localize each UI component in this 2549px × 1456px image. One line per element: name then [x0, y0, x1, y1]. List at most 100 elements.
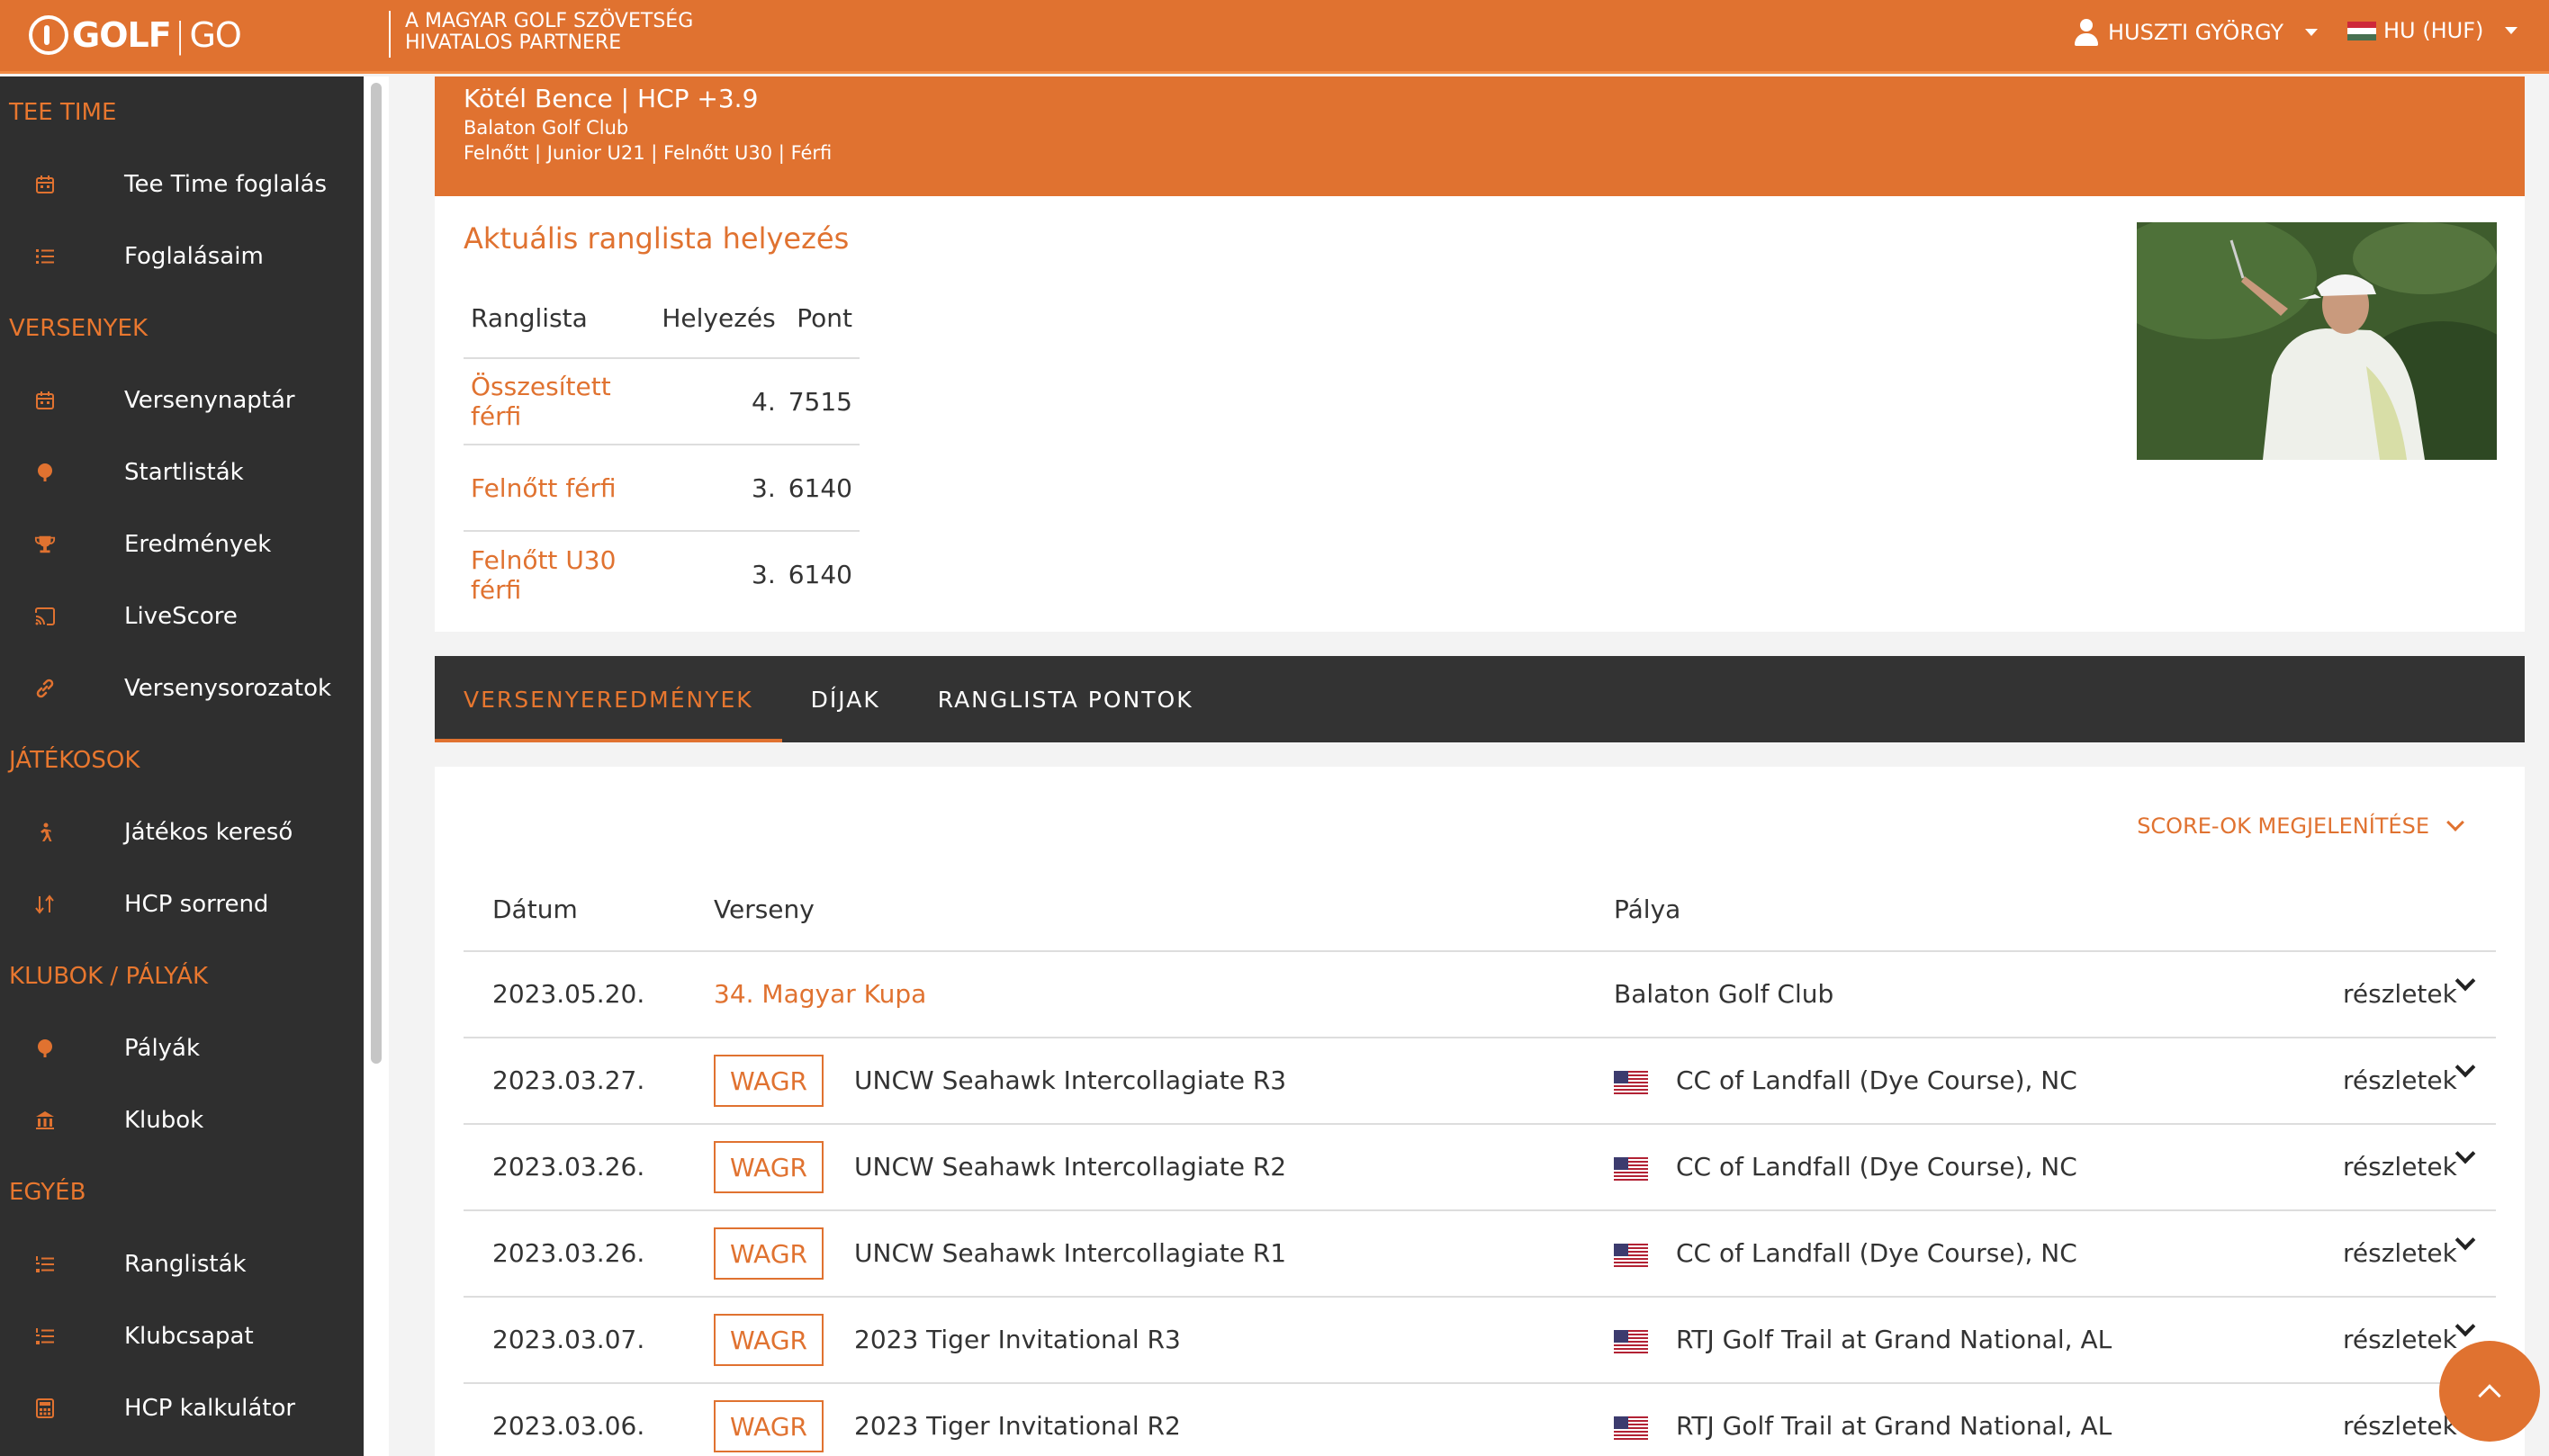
hungary-flag-icon	[2347, 21, 2376, 40]
sidebar-scrollbar-thumb[interactable]	[371, 83, 382, 1064]
usa-flag-icon	[1614, 1157, 1648, 1181]
competition-link[interactable]: 34. Magyar Kupa	[714, 979, 926, 1009]
trophy-icon	[34, 534, 56, 555]
sidebar-item-hcp-calculator[interactable]: HCP kalkulátor	[0, 1372, 364, 1444]
sidebar-item-courses[interactable]: Pályák	[0, 1012, 364, 1084]
table-row: 2023.03.07. WAGR 2023 Tiger Invitational…	[464, 1298, 2496, 1384]
result-date: 2023.03.27.	[492, 1065, 645, 1095]
tab-competition-results[interactable]: VERSENYEREDMÉNYEK	[435, 656, 782, 742]
language-label: HU (HUF)	[2383, 18, 2484, 43]
chevron-down-icon[interactable]	[2454, 970, 2476, 992]
user-icon	[2072, 18, 2101, 47]
sidebar-item-label: Klubcsapat	[124, 1323, 254, 1350]
calendar-icon	[34, 174, 56, 195]
sidebar-item-hcp-order[interactable]: HCP sorrend	[0, 868, 364, 940]
column-header-ranking: Ranglista	[464, 279, 662, 359]
details-link[interactable]: részletek	[2343, 1411, 2457, 1441]
caret-down-icon	[2305, 29, 2319, 36]
ranking-points: 6140	[788, 445, 860, 532]
sidebar-section-clubs: KLUBOK / PÁLYÁK	[9, 963, 208, 990]
wagr-badge: WAGR	[714, 1227, 824, 1280]
competition-name: UNCW Seahawk Intercollagiate R2	[854, 1152, 1287, 1182]
sidebar-item-results[interactable]: Eredmények	[0, 508, 364, 580]
show-scores-toggle[interactable]: SCORE-OK MEGJELENÍTÉSE	[2137, 813, 2464, 839]
player-categories: Felnőtt | Junior U21 | Felnőtt U30 | Fér…	[464, 142, 833, 164]
ranking-position: 4.	[662, 358, 788, 445]
details-link[interactable]: részletek	[2343, 1152, 2457, 1182]
show-scores-label: SCORE-OK MEGJELENÍTÉSE	[2137, 813, 2429, 839]
chevron-down-icon[interactable]	[2454, 1229, 2476, 1251]
sidebar-item-my-bookings[interactable]: Foglalásaim	[0, 220, 364, 292]
details-link[interactable]: részletek	[2343, 1065, 2457, 1095]
details-link[interactable]: részletek	[2343, 1325, 2457, 1354]
user-menu[interactable]: HUSZTI GYÖRGY	[2072, 18, 2319, 47]
sidebar-item-label: Ranglisták	[124, 1251, 247, 1278]
logo-separator: |	[174, 15, 186, 55]
result-date: 2023.03.07.	[492, 1325, 645, 1354]
sidebar-item-startlists[interactable]: Startlisták	[0, 436, 364, 508]
logo-text-golf: GOLF	[72, 15, 172, 55]
table-row: 2023.03.27. WAGR UNCW Seahawk Intercolla…	[464, 1038, 2496, 1125]
course-name: RTJ Golf Trail at Grand National, AL	[1676, 1325, 2112, 1354]
golf-logo-icon	[29, 15, 68, 55]
player-banner: Kötél Bence | HCP +3.9 Balaton Golf Club…	[435, 76, 2525, 196]
partner-text: A MAGYAR GOLF SZÖVETSÉG HIVATALOS PARTNE…	[389, 11, 693, 58]
results-card: SCORE-OK MEGJELENÍTÉSE Dátum Verseny Pál…	[435, 767, 2525, 1456]
sidebar-item-label: Foglalásaim	[124, 243, 264, 270]
golf-ball-icon	[34, 1038, 56, 1059]
usa-flag-icon	[1614, 1330, 1648, 1353]
sidebar-item-clubs[interactable]: Klubok	[0, 1084, 364, 1156]
table-row: 2023.03.06. WAGR 2023 Tiger Invitational…	[464, 1384, 2496, 1456]
wagr-badge: WAGR	[714, 1141, 824, 1193]
chevron-down-icon[interactable]	[2454, 1056, 2476, 1078]
table-row: 2023.03.26. WAGR UNCW Seahawk Intercolla…	[464, 1211, 2496, 1298]
sidebar-item-tee-time-booking[interactable]: Tee Time foglalás	[0, 148, 364, 220]
wagr-badge: WAGR	[714, 1400, 824, 1452]
ranking-link[interactable]: Összesített férfi	[471, 372, 611, 431]
sidebar-item-label: LiveScore	[124, 603, 238, 630]
course-name: CC of Landfall (Dye Course), NC	[1676, 1065, 2077, 1095]
results-header-row: Dátum Verseny Pálya	[464, 864, 2496, 952]
ranking-position: 3.	[752, 560, 776, 589]
result-date: 2023.03.26.	[492, 1238, 645, 1268]
chevron-down-icon[interactable]	[2454, 1143, 2476, 1164]
tab-awards[interactable]: DÍJAK	[782, 656, 909, 742]
player-icon	[34, 822, 56, 843]
player-photo	[2137, 222, 2497, 460]
details-link[interactable]: részletek	[2343, 1238, 2457, 1268]
details-link[interactable]: részletek	[2343, 979, 2457, 1009]
tab-ranking-points[interactable]: RANGLISTA PONTOK	[909, 656, 1222, 742]
golfgo-logo[interactable]: GOLF | GO	[29, 13, 242, 58]
column-header-competition: Verseny	[714, 894, 815, 924]
course-name: RTJ Golf Trail at Grand National, AL	[1676, 1411, 2112, 1441]
course-name: CC of Landfall (Dye Course), NC	[1676, 1152, 2077, 1182]
caret-down-icon	[2505, 27, 2518, 34]
sidebar-item-livescore[interactable]: LiveScore	[0, 580, 364, 652]
building-icon	[34, 1110, 56, 1131]
column-header-date: Dátum	[492, 894, 578, 924]
ranking-link[interactable]: Felnőtt férfi	[471, 473, 617, 503]
sidebar-item-player-search[interactable]: Játékos kereső	[0, 796, 364, 868]
golf-ball-icon	[34, 462, 56, 483]
sidebar-item-label: Eredmények	[124, 531, 272, 558]
ranking-link[interactable]: Felnőtt U30 férfi	[471, 545, 616, 605]
scroll-to-top-button[interactable]	[2439, 1341, 2540, 1442]
result-date: 2023.03.06.	[492, 1411, 645, 1441]
sidebar-item-series[interactable]: Versenysorozatok	[0, 652, 364, 724]
language-selector[interactable]: HU (HUF)	[2347, 18, 2518, 43]
chevron-down-icon	[2446, 813, 2464, 831]
sidebar-item-rankings[interactable]: Ranglisták	[0, 1228, 364, 1300]
partner-line-1: A MAGYAR GOLF SZÖVETSÉG	[405, 10, 694, 32]
sidebar-section-versenyek: VERSENYEK	[9, 315, 149, 342]
ranking-row: Összesített férfi 4. 7515	[464, 358, 860, 445]
partner-line-2: HIVATALOS PARTNERE	[405, 31, 622, 54]
sidebar-item-club-team[interactable]: Klubcsapat	[0, 1300, 364, 1372]
calendar-icon	[34, 390, 56, 411]
course-name: CC of Landfall (Dye Course), NC	[1676, 1238, 2077, 1268]
player-name-hcp: Kötél Bence | HCP +3.9	[464, 84, 759, 113]
result-date: 2023.05.20.	[492, 979, 645, 1009]
ranking-header-row: Ranglista Helyezés Pont	[464, 279, 860, 359]
sidebar-item-calendar[interactable]: Versenynaptár	[0, 364, 364, 436]
sidebar-item-label: HCP kalkulátor	[124, 1395, 296, 1422]
chevron-down-icon[interactable]	[2454, 1316, 2476, 1337]
